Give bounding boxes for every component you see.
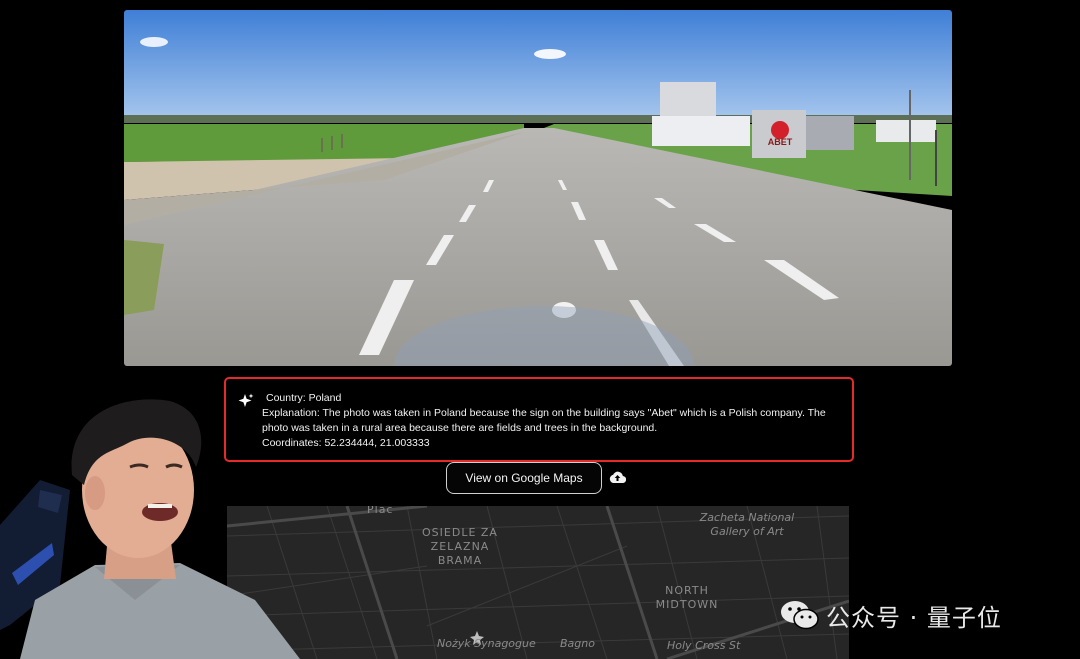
street-view-photo: ABET: [124, 10, 952, 366]
wechat-icon: [781, 601, 819, 630]
streamer-webcam-image: [0, 399, 300, 659]
map-label-plac: Plac: [367, 506, 394, 516]
map-label-osiedle: OSIEDLE ZA ZELAZNA BRAMA: [422, 526, 498, 567]
map-label-holy-cross: Holy Cross St: [667, 639, 741, 652]
explanation-text: Explanation: The photo was taken in Pola…: [262, 407, 826, 434]
map-label-zacheta: Zacheta National Gallery of Art: [699, 511, 795, 538]
cloud-upload-icon[interactable]: [609, 470, 626, 484]
view-on-google-maps-button[interactable]: View on Google Maps: [446, 462, 602, 494]
answer-panel: Country: Poland Explanation: The photo w…: [224, 377, 854, 462]
map-label-bagno: Bagno: [560, 637, 595, 650]
map-label-north-midtown: NORTH MIDTOWN: [655, 584, 719, 611]
screen: ABET Country: Poland Explanation: The ph…: [0, 0, 1080, 659]
webcam-overlay: [0, 395, 305, 659]
watermark-text: 公众号 · 量子位: [826, 603, 1002, 632]
map-label-nozyk-synagogue: Nożyk Synagogue: [437, 637, 536, 650]
abet-sign-text: ABET: [768, 137, 793, 147]
watermark: 公众号 · 量子位: [780, 598, 1002, 632]
map-view[interactable]: Plac OSIEDLE ZA ZELAZNA BRAMA Zacheta Na…: [227, 506, 849, 659]
street-view-image: ABET: [124, 10, 952, 366]
